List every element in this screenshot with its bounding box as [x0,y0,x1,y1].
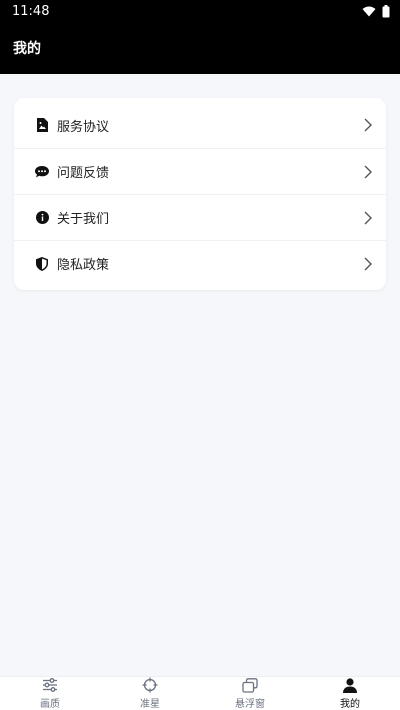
main-content: 服务协议 问题反馈 关于我们 隐私政策 [0,74,400,676]
chat-bubble-icon [35,165,49,179]
tab-label: 悬浮窗 [235,699,265,710]
sliders-icon [42,677,58,693]
status-time: 11:48 [12,3,50,19]
tab-label: 画质 [40,699,60,710]
tab-quality[interactable]: 画质 [0,677,100,710]
tab-label: 准星 [140,699,160,710]
menu-card: 服务协议 问题反馈 关于我们 隐私政策 [14,98,386,290]
person-icon [343,677,357,693]
chevron-right-icon [362,257,374,271]
floating-window-icon [242,677,258,693]
chevron-right-icon [362,211,374,225]
document-icon [35,118,49,132]
tab-mine[interactable]: 我的 [300,677,400,710]
tab-floating-window[interactable]: 悬浮窗 [200,677,300,710]
bottom-tab-bar: 画质 准星 悬浮窗 我的 [0,676,400,710]
menu-item-label: 问题反馈 [57,166,110,181]
tab-label: 我的 [340,699,360,710]
menu-item-privacy-policy[interactable]: 隐私政策 [14,240,386,286]
status-icons [362,4,390,18]
menu-item-about-us[interactable]: 关于我们 [14,194,386,240]
menu-item-label: 关于我们 [57,212,110,227]
tab-crosshair[interactable]: 准星 [100,677,200,710]
menu-item-feedback[interactable]: 问题反馈 [14,148,386,194]
menu-item-service-agreement[interactable]: 服务协议 [14,102,386,148]
chevron-right-icon [362,165,374,179]
app-bar: 我的 [0,22,400,74]
battery-icon [382,4,390,17]
info-icon [35,211,49,225]
page-title: 我的 [13,41,41,57]
status-bar: 11:48 [0,0,400,22]
chevron-right-icon [362,118,374,132]
shield-icon [35,256,49,271]
menu-item-label: 隐私政策 [57,258,110,273]
wifi-icon [362,6,376,16]
menu-item-label: 服务协议 [57,119,110,135]
crosshair-icon [142,677,158,693]
